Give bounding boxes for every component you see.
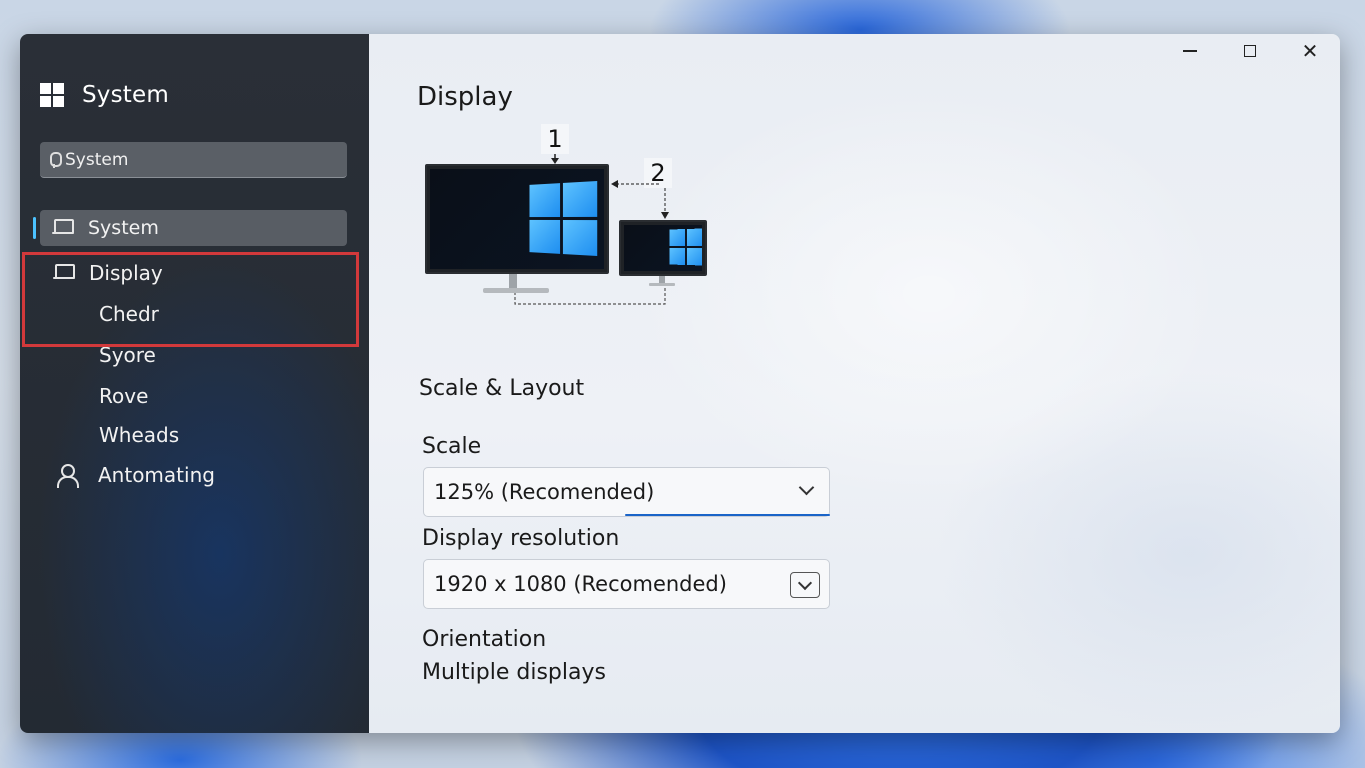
maximize-button[interactable] bbox=[1220, 34, 1280, 68]
sidebar-item-chedr[interactable]: Chedr bbox=[99, 302, 159, 326]
sidebar-item-label: Rove bbox=[99, 384, 149, 408]
windows-logo-icon bbox=[529, 180, 598, 257]
monitor-2[interactable] bbox=[619, 220, 707, 276]
sidebar-item-label: Syore bbox=[99, 343, 156, 367]
multiple-displays-label[interactable]: Multiple displays bbox=[422, 660, 606, 685]
close-button[interactable]: ✕ bbox=[1280, 34, 1340, 68]
minimize-icon bbox=[1183, 50, 1197, 52]
sidebar-item-label: Chedr bbox=[99, 302, 159, 326]
sidebar-item-system[interactable]: System bbox=[40, 210, 347, 246]
sidebar-item-display[interactable]: Display bbox=[53, 261, 163, 285]
maximize-icon bbox=[1244, 45, 1256, 57]
app-header: System bbox=[40, 82, 169, 108]
page-title: Display bbox=[417, 82, 513, 112]
laptop-icon bbox=[52, 219, 74, 237]
windows-logo-icon bbox=[40, 83, 64, 107]
sidebar-item-label: Wheads bbox=[99, 423, 180, 447]
monitor-2-screen bbox=[624, 225, 702, 271]
sidebar: System System System Display Chedr Syore… bbox=[20, 34, 369, 733]
settings-window: System System System Display Chedr Syore… bbox=[20, 34, 1340, 733]
monitor-1[interactable] bbox=[425, 164, 609, 274]
minimize-button[interactable] bbox=[1160, 34, 1220, 68]
orientation-label[interactable]: Orientation bbox=[422, 627, 546, 652]
chevron-down-icon[interactable] bbox=[790, 572, 820, 598]
close-icon: ✕ bbox=[1301, 39, 1319, 63]
scale-value: 125% (Recomended) bbox=[434, 480, 655, 504]
monitor-1-stand bbox=[509, 274, 517, 288]
person-icon bbox=[56, 464, 79, 488]
app-title: System bbox=[82, 82, 169, 108]
search-value: System bbox=[65, 149, 129, 170]
sidebar-item-label: Antomating bbox=[98, 463, 215, 487]
section-title: Scale & Layout bbox=[419, 376, 585, 401]
chevron-down-icon bbox=[799, 482, 813, 496]
window-controls: ✕ bbox=[1160, 34, 1340, 68]
sidebar-item-label: System bbox=[88, 217, 159, 239]
scale-dropdown[interactable]: 125% (Recomended) bbox=[423, 467, 830, 517]
sidebar-item-wheads[interactable]: Wheads bbox=[99, 423, 179, 447]
monitor-1-base bbox=[483, 288, 549, 293]
scale-label: Scale bbox=[422, 434, 482, 459]
windows-logo-icon bbox=[669, 228, 702, 266]
microphone-icon bbox=[49, 151, 62, 168]
monitor-2-base bbox=[649, 283, 675, 286]
monitor-2-stand bbox=[659, 276, 665, 283]
laptop-icon bbox=[53, 264, 75, 282]
search-input[interactable]: System bbox=[40, 142, 347, 178]
monitor-1-screen bbox=[430, 169, 604, 269]
display-arrangement: 1 2 bbox=[421, 124, 721, 314]
sidebar-item-label: Display bbox=[89, 261, 163, 285]
selection-indicator bbox=[33, 217, 36, 239]
main-pane: ✕ Display 1 2 Scale & Layout Scale 125% … bbox=[369, 34, 1340, 733]
sidebar-item-rove[interactable]: Rove bbox=[99, 384, 148, 408]
sidebar-item-antomating[interactable]: Antomating bbox=[56, 463, 215, 488]
resolution-label: Display resolution bbox=[422, 526, 620, 551]
resolution-dropdown[interactable]: 1920 x 1080 (Recomended) bbox=[423, 559, 830, 609]
focus-underline bbox=[625, 514, 830, 516]
resolution-value: 1920 x 1080 (Recomended) bbox=[434, 572, 727, 596]
sidebar-item-syore[interactable]: Syore bbox=[99, 343, 156, 367]
